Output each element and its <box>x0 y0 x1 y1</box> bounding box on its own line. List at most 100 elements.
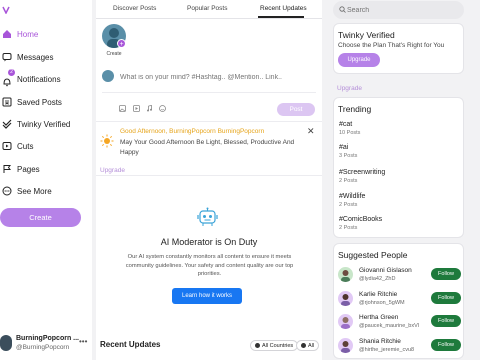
post-composer-input[interactable] <box>120 71 316 83</box>
nav-item-label: Twinky Verified <box>17 119 71 129</box>
avatar[interactable] <box>338 291 353 306</box>
suggested-people-card: Suggested People Giovanni Gislason @lydi… <box>333 243 464 359</box>
trend-count: 10 Posts <box>339 130 361 136</box>
create-button[interactable]: Create <box>0 208 81 227</box>
add-story-icon: + <box>117 39 126 48</box>
flag-icon <box>3 165 11 173</box>
card-subtitle: Choose the Plan That's Right for You <box>338 42 445 49</box>
learn-how-it-works-button[interactable]: Learn how it works <box>172 288 242 304</box>
follow-button[interactable]: Follow <box>431 339 461 351</box>
trend-tag[interactable]: #Wildlife <box>339 193 365 200</box>
moderator-description: Our AI system constantly monitors all co… <box>125 254 294 277</box>
search-bar[interactable] <box>333 1 464 19</box>
music-icon[interactable] <box>146 105 153 112</box>
countries-filter-chip[interactable]: All Countries <box>250 340 299 351</box>
nav-item-twinky-verified[interactable]: Twinky Verified <box>0 115 92 133</box>
home-icon <box>3 30 11 38</box>
greeting-text: May Your Good Afternoon Be Light, Blesse… <box>120 139 295 156</box>
person-handle: @hirthe_jeremie_cvu8 <box>359 347 415 353</box>
avatar[interactable] <box>338 314 353 329</box>
divider <box>96 121 322 122</box>
tab-recent-updates[interactable]: Recent Updates <box>260 5 307 12</box>
divider <box>102 92 316 93</box>
person-avatar-icon <box>341 270 350 282</box>
notifications-icon-wrap: 2 <box>2 69 15 87</box>
post-button[interactable]: Post <box>277 103 315 116</box>
person-name[interactable]: Karlie Ritchie <box>359 291 397 298</box>
robot-icon <box>197 207 218 226</box>
chip-label: All Countries <box>262 342 294 349</box>
follow-button[interactable]: Follow <box>431 268 461 280</box>
person-avatar-icon <box>341 294 350 306</box>
card-title: Twinky Verified <box>338 30 395 40</box>
bell-icon <box>3 78 11 87</box>
upgrade-link[interactable]: Upgrade <box>337 85 362 92</box>
all-filter-chip[interactable]: All <box>296 340 320 351</box>
app-logo-icon[interactable] <box>2 6 10 14</box>
nav-item-label: Home <box>17 29 39 39</box>
sun-icon <box>100 134 114 148</box>
person-avatar-icon <box>341 317 350 329</box>
upgrade-link[interactable]: Upgrade <box>100 167 125 174</box>
nav-item-notifications[interactable]: 2 Notifications <box>0 69 92 88</box>
person-avatar-icon <box>341 341 350 353</box>
image-icon[interactable] <box>119 105 126 112</box>
avatar[interactable] <box>338 267 353 282</box>
nav-item-saved-posts[interactable]: Saved Posts <box>0 93 92 111</box>
suggested-person: Hertha Green @paucek_maurine_bxVl Follow <box>338 312 464 332</box>
avatar[interactable] <box>338 338 353 353</box>
emoji-icon[interactable] <box>159 105 166 112</box>
tab-popular-posts[interactable]: Popular Posts <box>187 5 227 12</box>
main-feed: Discover Posts Popular Posts Recent Upda… <box>96 0 322 360</box>
nav-item-messages[interactable]: Messages <box>0 48 92 66</box>
person-handle: @rjohnson_5gWM <box>359 300 405 306</box>
close-icon[interactable]: ✕ <box>307 126 315 137</box>
follow-button[interactable]: Follow <box>431 315 461 327</box>
trending-card: Trending #cat 10 Posts #ai 3 Posts #Scre… <box>333 97 464 238</box>
chip-label: All <box>308 342 315 349</box>
more-icon <box>2 186 12 196</box>
nav-item-label: Cuts <box>17 141 34 151</box>
moderator-title: AI Moderator is On Duty <box>160 237 258 247</box>
left-sidebar: Home Messages 2 Notifications Saved Post… <box>0 0 92 360</box>
search-icon <box>339 6 346 13</box>
trend-count: 2 Posts <box>339 178 358 184</box>
globe-icon <box>255 343 260 348</box>
person-name[interactable]: Hertha Green <box>359 314 398 321</box>
person-name[interactable]: Giovanni Gislason <box>359 267 412 274</box>
avatar[interactable] <box>0 335 12 351</box>
person-name[interactable]: Shania Ritchie <box>359 338 401 345</box>
suggested-person: Karlie Ritchie @rjohnson_5gWM Follow <box>338 289 464 309</box>
nav-item-label: See More <box>17 186 52 196</box>
nav-item-see-more[interactable]: See More <box>0 182 92 200</box>
recent-updates-heading: Recent Updates <box>100 340 161 349</box>
nav-item-pages[interactable]: Pages <box>0 160 92 178</box>
nav-item-label: Pages <box>17 164 40 174</box>
verified-icon <box>2 119 12 129</box>
nav-item-home[interactable]: Home <box>0 25 92 43</box>
nav-item-label: Notifications <box>17 74 61 84</box>
tab-discover-posts[interactable]: Discover Posts <box>113 5 156 12</box>
follow-button[interactable]: Follow <box>431 292 461 304</box>
story-caption: Create <box>106 51 122 57</box>
trend-count: 3 Posts <box>339 153 358 159</box>
trend-tag[interactable]: #Screenwriting <box>339 169 385 176</box>
upgrade-button[interactable]: Upgrade <box>338 53 380 67</box>
trend-tag[interactable]: #cat <box>339 121 352 128</box>
trend-tag[interactable]: #ai <box>339 144 348 151</box>
filter-icon <box>301 343 306 348</box>
profile-summary[interactable]: BurningPopcorn ... @BurningPopcorn ••• <box>0 333 92 355</box>
profile-name: BurningPopcorn ... <box>16 335 79 342</box>
notification-badge: 2 <box>8 69 15 76</box>
create-story[interactable]: + Create <box>102 24 126 60</box>
profile-more-button[interactable]: ••• <box>79 337 87 346</box>
video-icon <box>2 142 12 150</box>
trend-tag[interactable]: #ComicBooks <box>339 216 382 223</box>
messages-icon <box>2 53 12 62</box>
suggested-person: Shania Ritchie @hirthe_jeremie_cvu8 Foll… <box>338 336 464 356</box>
trending-title: Trending <box>338 104 372 114</box>
video-upload-icon[interactable] <box>133 105 140 112</box>
nav-item-cuts[interactable]: Cuts <box>0 137 92 155</box>
composer-avatar <box>102 70 114 82</box>
search-input[interactable] <box>347 4 457 16</box>
